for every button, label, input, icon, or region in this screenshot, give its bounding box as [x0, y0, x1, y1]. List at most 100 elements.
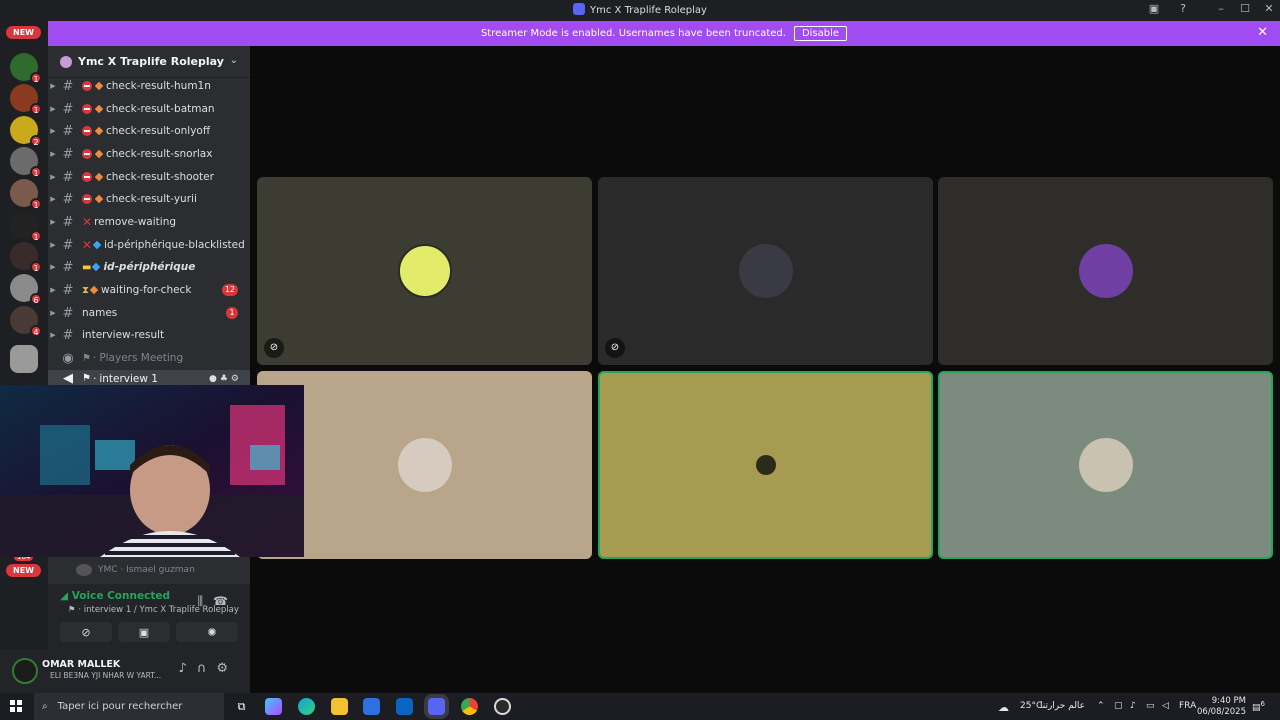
chevron-down-icon[interactable]: ⌄: [230, 55, 238, 66]
windows-start-button[interactable]: [10, 700, 22, 712]
obs-icon[interactable]: [494, 698, 511, 715]
voice-member[interactable]: YMC · Ismael guzman: [48, 559, 250, 581]
participant-tile[interactable]: [938, 177, 1273, 365]
channel-name: check-result-yurii: [106, 193, 197, 205]
participant-tile-speaking[interactable]: [598, 371, 933, 559]
maximize-button[interactable]: ☐: [1233, 2, 1257, 15]
system-clock[interactable]: 9:40 PM 06/08/2025: [1197, 696, 1246, 718]
edge-icon[interactable]: [298, 698, 315, 715]
soundboard-icon[interactable]: ⫼: [198, 594, 214, 608]
avatar: [397, 244, 452, 298]
weather-icon[interactable]: ☁: [998, 701, 1009, 714]
disconnect-icon[interactable]: ☎: [213, 594, 238, 608]
channel-item[interactable]: ▶ # check-result-hum1n: [48, 75, 250, 97]
channel-item[interactable]: ▶ # names 1: [48, 302, 250, 324]
share-screen-button[interactable]: ▣: [118, 622, 170, 642]
volume-icon[interactable]: ◁: [1162, 701, 1169, 711]
no-entry-icon: [82, 194, 92, 204]
help-icon[interactable]: ?: [1171, 2, 1195, 15]
channel-item[interactable]: ▶ # ▬ id-périphérique: [48, 256, 250, 278]
channel-item[interactable]: ▶ # ⧗ waiting-for-check 12: [48, 279, 250, 301]
headphones-icon[interactable]: ∩: [197, 661, 217, 676]
channel-name: interview 1: [99, 372, 158, 385]
server-icon[interactable]: 6: [10, 274, 42, 305]
close-banner-icon[interactable]: ✕: [1257, 25, 1268, 40]
no-entry-icon: [82, 126, 92, 136]
microphone-icon[interactable]: ♪: [179, 661, 197, 676]
cross-mark-icon: ✕: [82, 215, 93, 229]
server-icon[interactable]: [10, 345, 38, 373]
channel-name: check-result-snorlax: [106, 148, 213, 160]
weather-text[interactable]: عالم حرارتنا: [1040, 701, 1085, 711]
voice-icon: ◉: [62, 350, 74, 366]
blue-diamond-icon: [92, 262, 101, 272]
channel-actions[interactable]: ●♣⚙: [209, 374, 242, 384]
guild-icon: [60, 55, 72, 68]
server-badge: 1: [30, 261, 42, 273]
channel-item[interactable]: ▶ # check-result-yurii: [48, 188, 250, 210]
disable-streamer-mode-button[interactable]: Disable: [793, 26, 848, 41]
flag-icon: ⚑: [68, 605, 76, 615]
hash-icon: #: [62, 237, 74, 253]
inbox-icon[interactable]: ▣: [1142, 2, 1166, 15]
notification-icon[interactable]: ▤6: [1252, 700, 1265, 713]
channel-item[interactable]: ▶ # check-result-shooter: [48, 166, 250, 188]
outlook-icon[interactable]: [396, 698, 413, 715]
taskbar-search[interactable]: ⌕ Taper ici pour rechercher: [34, 693, 224, 720]
no-entry-icon: [82, 172, 92, 182]
collapse-arrow-icon: ▶: [50, 150, 56, 158]
server-icon[interactable]: 4: [10, 306, 42, 337]
server-icon[interactable]: 1: [10, 242, 42, 273]
channel-item[interactable]: ▶ # ✕ id-périphérique-blacklisted: [48, 234, 250, 256]
flag-icon: ⚑: [82, 373, 91, 384]
avatar[interactable]: [12, 658, 38, 684]
camera-off-icon: ⊘: [605, 338, 625, 358]
user-panel: OMAR MALLEK ELI BE3NA YJI NHAR W YART...…: [0, 650, 250, 693]
discord-taskbar-icon[interactable]: [428, 698, 445, 715]
soundboard-button[interactable]: ✺: [186, 622, 238, 642]
minimize-button[interactable]: –: [1209, 2, 1233, 15]
network-icon[interactable]: ▭: [1146, 701, 1155, 711]
server-icon[interactable]: 1: [10, 53, 42, 84]
server-icon[interactable]: 1: [10, 179, 42, 210]
channel-item[interactable]: ▶ # check-result-batman: [48, 98, 250, 120]
channel-name: check-result-shooter: [106, 171, 214, 183]
file-explorer-icon[interactable]: [331, 698, 348, 715]
new-badge-top[interactable]: NEW: [6, 26, 41, 39]
gear-icon[interactable]: ⚙: [216, 661, 238, 676]
camera-off-button[interactable]: ⊘: [60, 622, 112, 642]
participant-tile[interactable]: ⊘: [598, 177, 933, 365]
voice-channel-players-meeting[interactable]: ◉ ⚑ · Players Meeting: [48, 347, 250, 369]
server-icon[interactable]: 1: [10, 84, 42, 115]
chrome-icon[interactable]: [461, 698, 478, 715]
chevron-up-icon[interactable]: ⌃: [1097, 701, 1105, 711]
task-view-icon[interactable]: ⧉: [233, 698, 250, 715]
server-icon[interactable]: 1: [10, 211, 42, 242]
user-controls: ♪∩⚙: [179, 661, 238, 676]
participant-tile[interactable]: ⊘: [257, 177, 592, 365]
language-indicator[interactable]: FRA: [1179, 701, 1196, 711]
server-badge: 4: [30, 325, 42, 337]
party-icon: ✺: [207, 625, 217, 639]
server-badge: 1: [30, 230, 42, 242]
store-icon[interactable]: [363, 698, 380, 715]
server-icon[interactable]: 1: [10, 147, 42, 178]
blue-diamond-icon: [92, 240, 102, 250]
user-custom-status: ELI BE3NA YJI NHAR W YART...: [50, 671, 162, 680]
channel-item[interactable]: ▶ # ✕ remove-waiting: [48, 211, 250, 233]
participant-tile-speaking[interactable]: [938, 371, 1273, 559]
channel-item[interactable]: ▶ # check-result-snorlax: [48, 143, 250, 165]
server-icon[interactable]: 2: [10, 116, 42, 147]
channel-item[interactable]: ▶ # interview-result: [48, 324, 250, 346]
tray-app-icon[interactable]: ▢: [1114, 701, 1123, 711]
collapse-arrow-icon: ▶: [50, 82, 56, 90]
close-window-button[interactable]: ✕: [1257, 2, 1280, 15]
temperature-text[interactable]: 25°C: [1020, 701, 1042, 711]
no-entry-icon: [82, 104, 92, 114]
participant-tile[interactable]: [257, 371, 592, 559]
channel-item[interactable]: ▶ # check-result-onlyoff: [48, 120, 250, 142]
microphone-tray-icon[interactable]: ♪: [1130, 701, 1136, 711]
new-badge-bottom[interactable]: NEW: [6, 564, 41, 577]
copilot-icon[interactable]: [265, 698, 282, 715]
guild-header[interactable]: Ymc X Traplife Roleplay ⌄: [48, 46, 250, 78]
